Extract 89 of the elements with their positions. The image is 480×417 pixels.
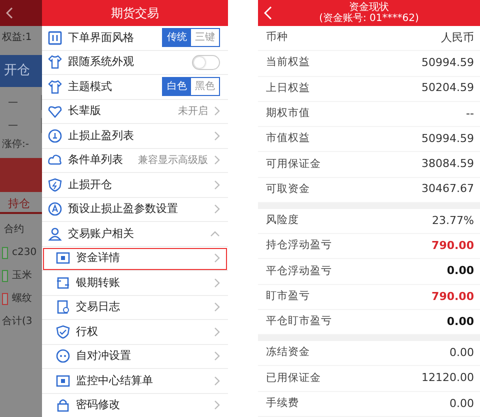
total-text: 合计(3 (1, 314, 32, 329)
submenu-item[interactable]: 密码修改 (42, 394, 228, 417)
field-value: 38084.59 (422, 156, 474, 172)
menu-item[interactable]: 止损开仓 (42, 173, 228, 198)
submenu-item[interactable]: 交易日志 (42, 296, 228, 320)
field-label: 期权市值 (266, 106, 310, 122)
setting-label: 下单界面风格 (68, 30, 135, 46)
heart-icon (48, 104, 62, 118)
chevron-right-icon (214, 278, 220, 288)
submenu-item[interactable]: 自对冲设置 (42, 344, 228, 369)
chevron-right-icon (214, 351, 220, 362)
field-value: 790.00 (432, 238, 474, 254)
document-icon (56, 300, 70, 314)
field-value: 50204.59 (422, 80, 474, 96)
field-value: 0.00 (450, 396, 474, 412)
field-value: 0.00 (450, 345, 474, 362)
submenu-item[interactable]: 行权 (42, 320, 228, 344)
transfer-icon (56, 276, 70, 290)
field-value: 30467.67 (422, 181, 474, 198)
chevron-right-icon (214, 326, 220, 337)
shield-check-icon (56, 324, 70, 339)
field-label: 已用保证金 (266, 370, 321, 386)
field-label: 可取资金 (266, 182, 310, 197)
column-header: 合约 (3, 223, 25, 237)
field-label: 风险度 (266, 213, 299, 228)
field-value: 23.77% (432, 212, 474, 229)
submenu-item[interactable]: 监控中心结算单 (42, 369, 228, 394)
stop-circle-icon (48, 128, 62, 143)
setting-label: 主题模式 (68, 78, 113, 94)
field-label: 盯市盈亏 (266, 288, 310, 304)
field-value: 50994.59 (422, 55, 474, 72)
chevron-right-icon (214, 376, 220, 386)
limit-text: 涨停:- (1, 138, 29, 152)
circle-dots-icon (56, 349, 70, 364)
field-label: 上日权益 (266, 80, 310, 96)
letter-circle-icon (48, 202, 62, 216)
field-label: 冻结资金 (266, 345, 310, 360)
account-number: (资金账号: 01****62) (319, 12, 419, 24)
open-position-button[interactable]: 开仓 (0, 55, 42, 86)
field-label: 平仓浮动盈亏 (266, 264, 332, 279)
wallet-icon (56, 251, 70, 266)
field-value: 12120.00 (422, 370, 474, 386)
field-value: -- (466, 106, 474, 122)
drawer-title: 期货交易 (42, 0, 228, 26)
person-icon (48, 226, 62, 241)
field-label: 币种 (266, 30, 288, 46)
segment-option[interactable]: 传统 (163, 29, 191, 46)
shield-icon (48, 178, 62, 192)
balance-text: 权益:1 (1, 30, 32, 45)
field-value: 50994.59 (422, 130, 474, 147)
wallet-icon (56, 374, 70, 388)
menu-item[interactable]: 交易账户相关 (42, 222, 228, 246)
lock-icon (56, 398, 70, 412)
menu-item[interactable]: 长辈版 未开启 (42, 100, 228, 124)
contract-name[interactable]: c230 (12, 245, 37, 260)
contract-name[interactable]: 螺纹 (12, 291, 32, 306)
field-label: 平仓盯市盈亏 (266, 314, 332, 330)
field-label: 当前权益 (266, 55, 310, 70)
field-value: 790.00 (432, 288, 474, 304)
field-label: 可用保证金 (266, 156, 321, 172)
chevron-right-icon (214, 180, 220, 190)
field-value: 0.00 (446, 314, 474, 330)
chevron-right-icon (214, 302, 220, 312)
toggle-switch[interactable] (192, 54, 220, 70)
field-label: 持仓浮动盈亏 (266, 238, 332, 254)
menu-item[interactable]: 预设止损止盈参数设置 (42, 198, 228, 222)
field-label: 手续费 (266, 396, 299, 411)
cloud-icon (48, 153, 62, 168)
field-value: 0.00 (446, 263, 474, 280)
menu-item[interactable]: 止损止盈列表 (42, 124, 228, 148)
chevron-right-icon (214, 155, 220, 166)
submenu-item[interactable]: 银期转账 (42, 271, 228, 296)
window-icon (48, 30, 62, 45)
chevron-right-icon (214, 253, 220, 264)
chevron-right-icon (214, 400, 220, 410)
shirt-icon (48, 55, 62, 70)
segment-option[interactable]: 白色 (163, 78, 191, 96)
setting-label: 跟随系统外观 (68, 54, 135, 70)
page-title: 资金现状 (349, 2, 389, 13)
chevron-right-icon (214, 106, 220, 116)
chevron-right-icon (214, 130, 220, 141)
submenu-item[interactable]: 资金详情 (42, 246, 228, 271)
chevron-right-icon (214, 204, 220, 214)
menu-item[interactable]: 条件单列表 兼容显示高级版 (42, 148, 228, 173)
field-value: 人民币 (441, 30, 474, 46)
contract-name[interactable]: 玉米 (12, 268, 32, 283)
field-label: 市值权益 (266, 131, 310, 146)
back-icon[interactable] (6, 7, 13, 19)
shirt-icon (48, 80, 62, 94)
